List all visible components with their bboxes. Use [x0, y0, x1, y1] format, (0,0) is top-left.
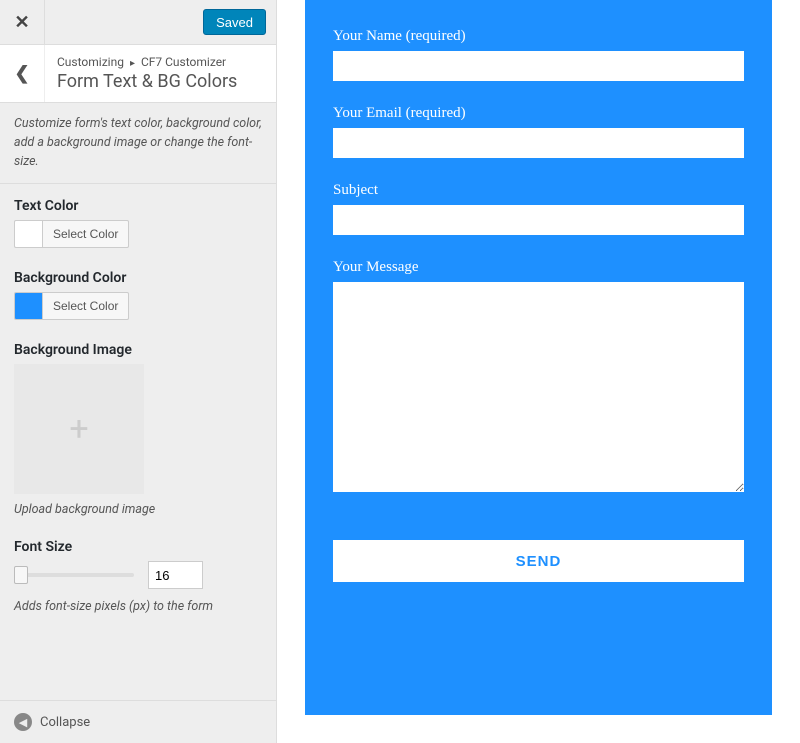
chevron-left-icon: ❮ [14, 63, 29, 84]
background-color-control: Background Color Select Color [14, 270, 262, 320]
text-color-select-button[interactable]: Select Color [42, 220, 129, 248]
subject-label: Subject [333, 182, 744, 199]
preview-pane: Your Name (required) Your Email (require… [277, 0, 800, 743]
text-color-swatch[interactable] [14, 220, 42, 248]
plus-icon: + [69, 409, 88, 449]
background-image-upload[interactable]: + [14, 364, 144, 494]
collapse-label: Collapse [40, 715, 90, 730]
saved-button: Saved [203, 9, 266, 35]
contact-form: Your Name (required) Your Email (require… [305, 0, 772, 715]
text-color-control: Text Color Select Color [14, 198, 262, 248]
background-color-row: Select Color [14, 292, 262, 320]
message-label: Your Message [333, 259, 744, 276]
subject-field: Subject [333, 182, 744, 235]
customizer-sidebar: ✕ Saved ❮ Customizing ▸ CF7 Customizer F… [0, 0, 277, 743]
breadcrumb-path: Customizing ▸ CF7 Customizer [57, 55, 264, 69]
name-label: Your Name (required) [333, 28, 744, 45]
breadcrumb: Customizing ▸ CF7 Customizer Form Text &… [45, 45, 276, 102]
background-image-label: Background Image [14, 342, 262, 358]
send-button[interactable]: SEND [333, 540, 744, 582]
name-input[interactable] [333, 51, 744, 81]
background-image-control: Background Image + Upload background ima… [14, 342, 262, 517]
breadcrumb-section: CF7 Customizer [141, 55, 226, 69]
font-size-row [14, 561, 262, 589]
collapse-button[interactable]: ◀ Collapse [0, 700, 276, 743]
background-image-hint: Upload background image [14, 502, 262, 517]
background-color-label: Background Color [14, 270, 262, 286]
close-button[interactable]: ✕ [0, 0, 45, 45]
collapse-arrow-icon: ◀ [14, 713, 32, 731]
header-spacer [45, 0, 193, 44]
message-textarea[interactable] [333, 282, 744, 492]
font-size-slider[interactable] [14, 573, 134, 577]
close-icon: ✕ [14, 12, 29, 33]
slider-thumb[interactable] [14, 566, 28, 584]
background-color-select-button[interactable]: Select Color [42, 292, 129, 320]
text-color-row: Select Color [14, 220, 262, 248]
font-size-label: Font Size [14, 539, 262, 555]
breadcrumb-root: Customizing [57, 55, 124, 69]
subject-input[interactable] [333, 205, 744, 235]
email-input[interactable] [333, 128, 744, 158]
back-button[interactable]: ❮ [0, 45, 45, 102]
email-label: Your Email (required) [333, 105, 744, 122]
controls-panel: Text Color Select Color Background Color… [0, 184, 276, 700]
sidebar-header: ✕ Saved [0, 0, 276, 45]
panel-description: Customize form's text color, background … [0, 103, 276, 184]
breadcrumb-row: ❮ Customizing ▸ CF7 Customizer Form Text… [0, 45, 276, 103]
text-color-label: Text Color [14, 198, 262, 214]
background-color-swatch[interactable] [14, 292, 42, 320]
font-size-control: Font Size Adds font-size pixels (px) to … [14, 539, 262, 614]
page-title: Form Text & BG Colors [57, 71, 264, 92]
message-field: Your Message [333, 259, 744, 496]
email-field: Your Email (required) [333, 105, 744, 158]
font-size-input[interactable] [148, 561, 203, 589]
breadcrumb-separator-icon: ▸ [130, 58, 135, 69]
name-field: Your Name (required) [333, 28, 744, 81]
font-size-hint: Adds font-size pixels (px) to the form [14, 599, 262, 614]
